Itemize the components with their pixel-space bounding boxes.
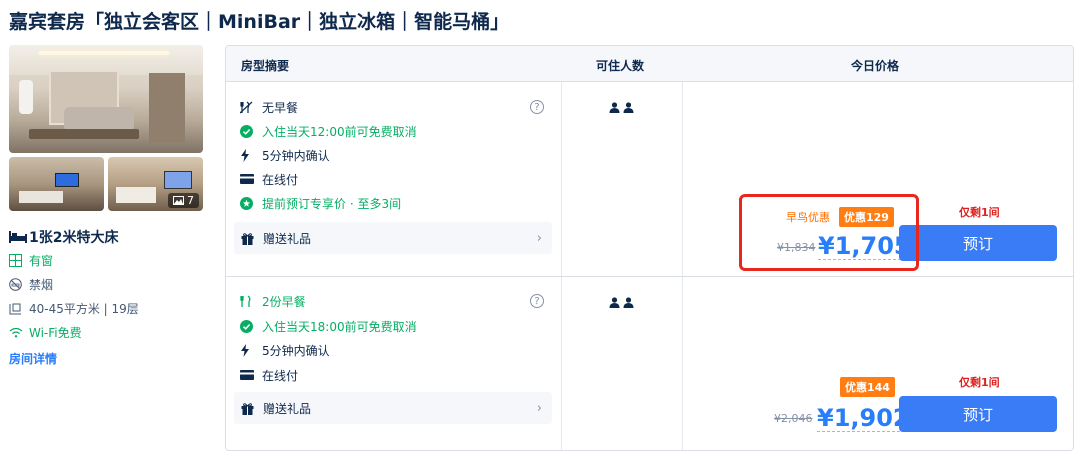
original-price: ¥2,046 bbox=[774, 412, 813, 425]
room-thumbnail[interactable]: 7 bbox=[108, 157, 203, 211]
confirm-info: 5分钟内确认 bbox=[240, 146, 330, 164]
cancel-policy[interactable]: 入住当天12:00前可免费取消 bbox=[240, 122, 417, 140]
col-header-summary: 房型摘要 bbox=[241, 59, 290, 73]
area-info: 40-45平方米 | 19层 bbox=[9, 296, 209, 320]
rate-table: 房型摘要 可住人数 今日价格 无早餐 ? 入住当天12:00前可免费取消 5分钟… bbox=[225, 45, 1074, 451]
photo-count: 7 bbox=[187, 194, 194, 207]
table-header: 房型摘要 可住人数 今日价格 bbox=[226, 46, 1073, 82]
meal-info: 2份早餐 bbox=[240, 292, 306, 310]
meal-icon bbox=[240, 294, 262, 308]
payment-info: 在线付 bbox=[240, 366, 298, 384]
photo-count-badge[interactable]: 7 bbox=[168, 193, 199, 208]
gift-icon bbox=[241, 232, 263, 245]
highlight-box bbox=[739, 194, 919, 271]
person-icon bbox=[623, 102, 634, 113]
advance-booking-info: 提前预订专享价 · 至多3间 bbox=[240, 194, 401, 212]
discount-tag: 优惠144 bbox=[840, 377, 895, 397]
book-button[interactable]: 预订 bbox=[899, 396, 1057, 432]
bed-info: 1张2米特大床 bbox=[9, 226, 209, 248]
person-icon bbox=[609, 102, 620, 113]
promo-tags: 优惠144 bbox=[840, 377, 895, 397]
no-smoking-icon bbox=[9, 277, 29, 291]
cancel-policy[interactable]: 入住当天18:00前可免费取消 bbox=[240, 317, 417, 335]
area-icon bbox=[9, 302, 29, 315]
room-title: 嘉宾套房「独立会客区｜MiniBar｜独立冰箱｜智能马桶」 bbox=[9, 11, 510, 33]
room-details-link[interactable]: 房间详情 bbox=[9, 350, 57, 367]
star-badge-icon bbox=[240, 196, 262, 210]
check-circle-icon bbox=[240, 319, 262, 333]
gift-row[interactable]: 赠送礼品 › bbox=[234, 392, 552, 424]
window-info: 有窗 bbox=[9, 248, 209, 272]
room-main-photo[interactable] bbox=[9, 45, 203, 153]
rooms-remaining: 仅剩1间 bbox=[959, 206, 1000, 219]
chevron-right-icon: › bbox=[536, 401, 542, 416]
occupancy-icons bbox=[609, 297, 634, 308]
col-header-price: 今日价格 bbox=[851, 59, 900, 73]
col-header-occupancy: 可住人数 bbox=[596, 59, 645, 73]
gift-icon bbox=[241, 402, 263, 415]
check-circle-icon bbox=[240, 124, 262, 138]
image-icon bbox=[173, 196, 184, 205]
lightning-icon bbox=[240, 343, 262, 357]
lightning-icon bbox=[240, 148, 262, 162]
payment-info: 在线付 bbox=[240, 170, 298, 188]
gift-row[interactable]: 赠送礼品 › bbox=[234, 222, 552, 254]
room-thumbnail[interactable] bbox=[9, 157, 104, 211]
wifi-icon bbox=[9, 327, 29, 338]
help-icon[interactable]: ? bbox=[530, 294, 544, 308]
current-price[interactable]: ¥1,902 bbox=[817, 405, 910, 432]
book-button[interactable]: 预订 bbox=[899, 225, 1057, 261]
card-icon bbox=[240, 370, 262, 380]
no-meal-icon bbox=[240, 101, 262, 114]
help-icon[interactable]: ? bbox=[530, 100, 544, 114]
wifi-info: Wi-Fi免费 bbox=[9, 320, 209, 344]
person-icon bbox=[623, 297, 634, 308]
room-facts: 1张2米特大床 有窗 禁烟 40-45平方米 | 19层 Wi-Fi免费 bbox=[9, 226, 209, 344]
card-icon bbox=[240, 174, 262, 184]
confirm-info: 5分钟内确认 bbox=[240, 341, 330, 359]
person-icon bbox=[609, 297, 620, 308]
occupancy-icons bbox=[609, 102, 634, 113]
chevron-right-icon: › bbox=[536, 231, 542, 246]
rooms-remaining: 仅剩1间 bbox=[959, 376, 1000, 389]
meal-info: 无早餐 bbox=[240, 98, 298, 116]
bed-icon bbox=[9, 231, 29, 243]
room-photos[interactable]: 7 bbox=[9, 45, 203, 211]
smoking-info: 禁烟 bbox=[9, 272, 209, 296]
window-icon bbox=[9, 253, 29, 267]
